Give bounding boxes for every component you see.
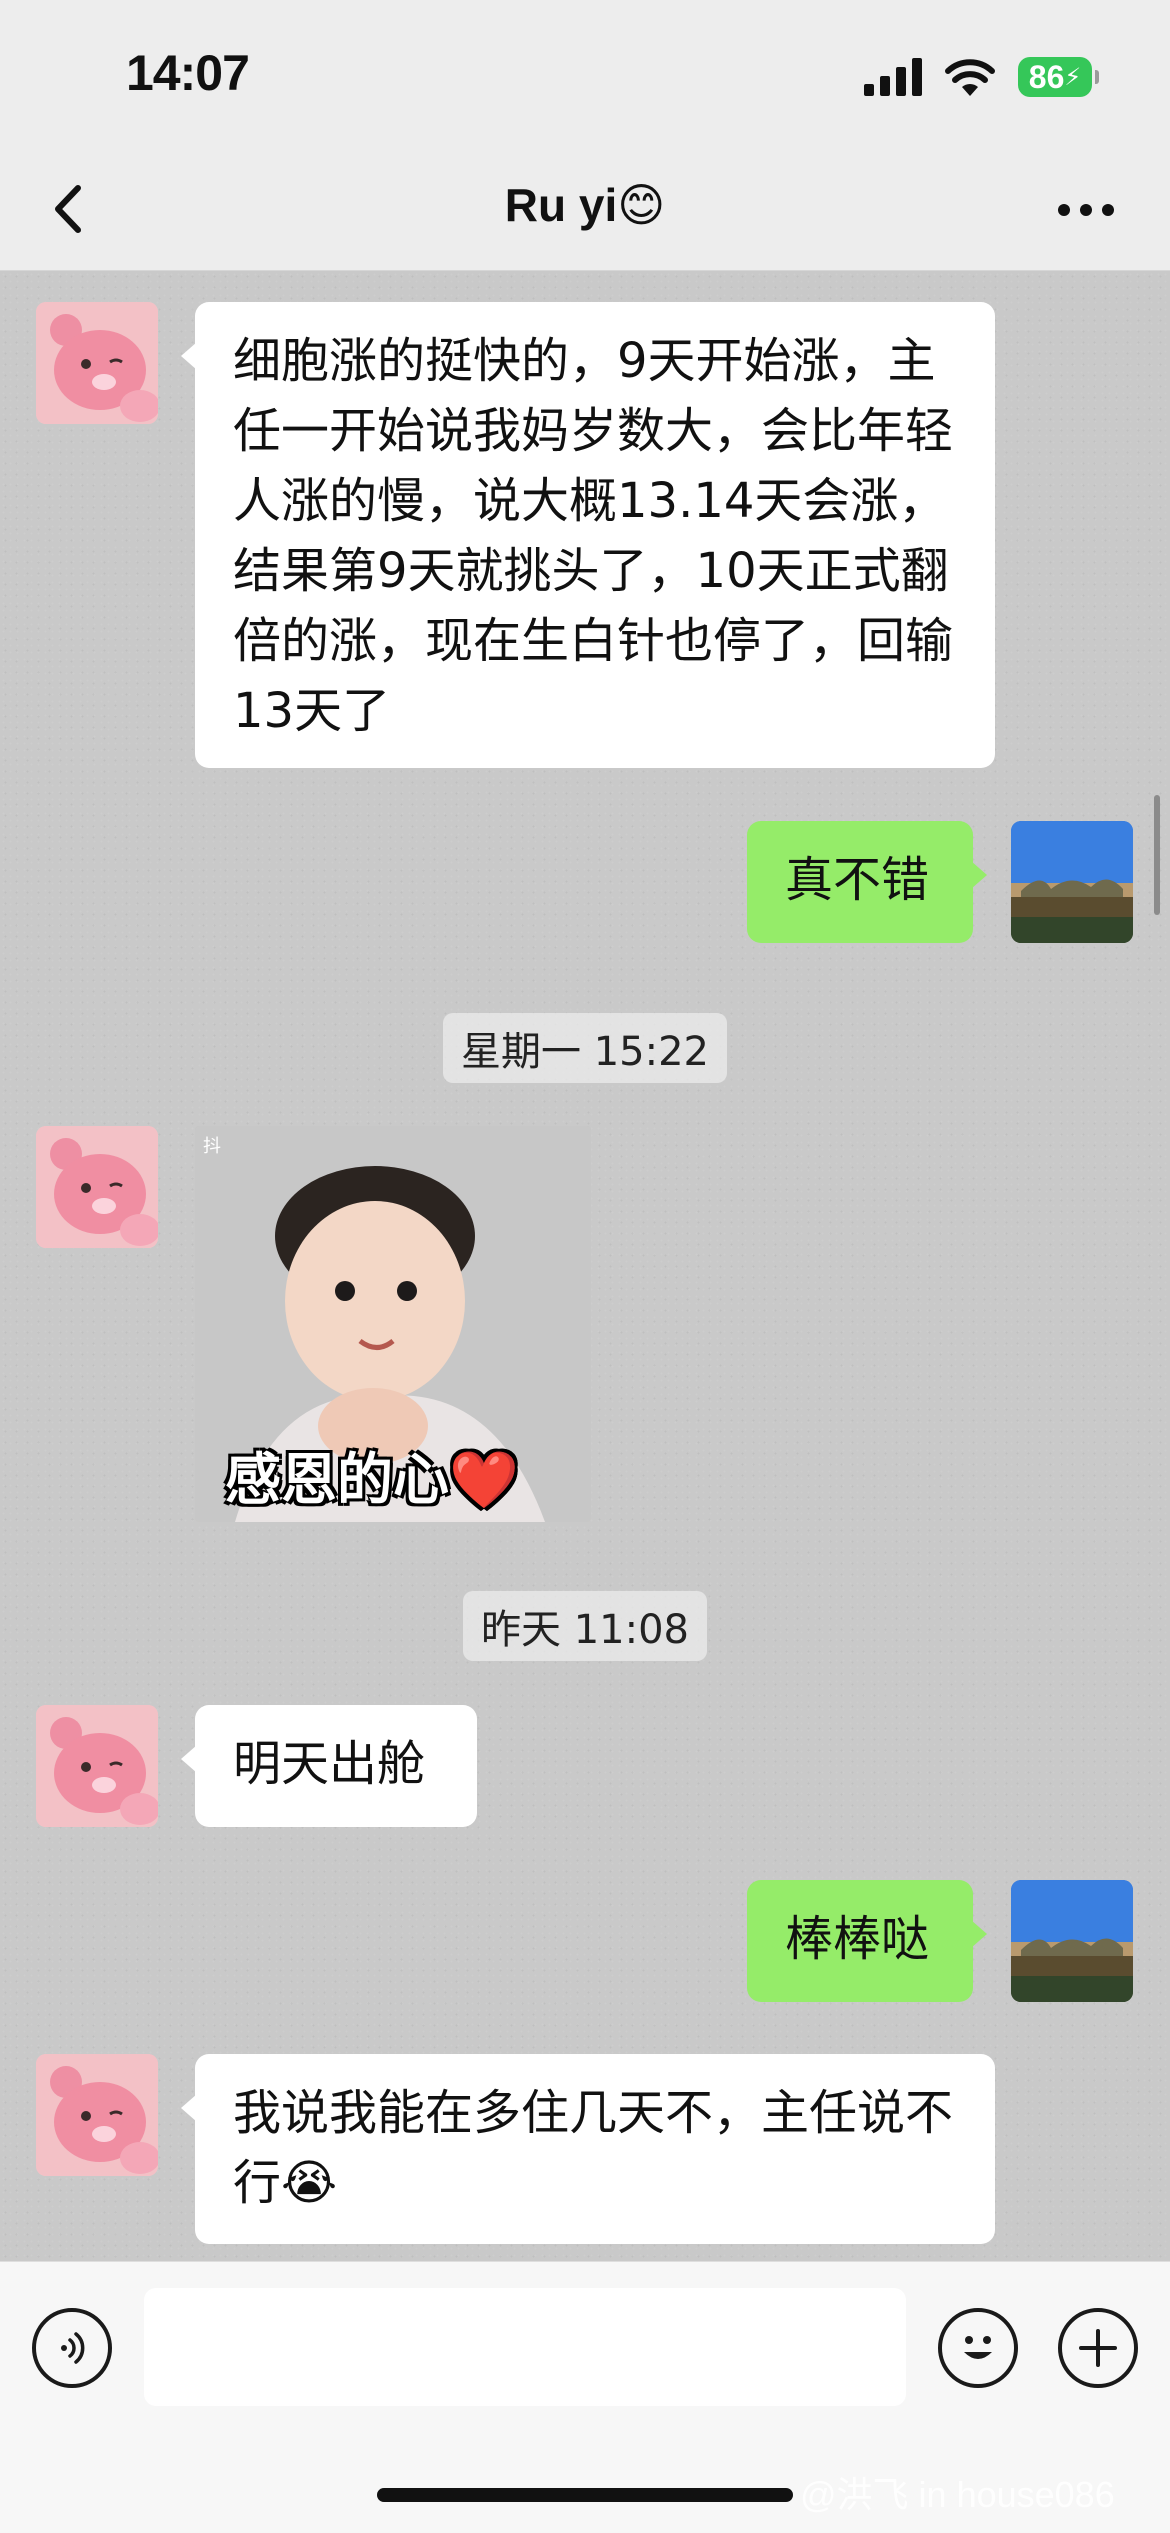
- chat-header: Ru yi😊: [0, 150, 1170, 271]
- landscape-avatar-icon: [1011, 1880, 1133, 2002]
- my-avatar[interactable]: [1011, 1880, 1133, 2002]
- message-text: 细胞涨的挺快的，9天开始涨，主任一开始说我妈岁数大，会比年轻人涨的慢，说大概13…: [233, 333, 954, 739]
- voice-input-button[interactable]: [32, 2308, 112, 2388]
- sticker-caption: 感恩的心❤️: [225, 1448, 519, 1513]
- sticker-message[interactable]: 抖 感恩的心❤️: [195, 1126, 591, 1522]
- chat-title[interactable]: Ru yi😊: [0, 178, 1170, 232]
- cellular-signal-icon: [864, 58, 922, 96]
- home-indicator[interactable]: [377, 2488, 793, 2502]
- landscape-avatar-icon: [1011, 821, 1133, 943]
- pink-bear-avatar-icon: [36, 1126, 158, 1248]
- plus-icon: [1079, 2329, 1117, 2367]
- outgoing-message-bubble[interactable]: 棒棒哒: [747, 1880, 987, 2002]
- emoji-button[interactable]: [938, 2308, 1018, 2388]
- watermark-text: @洪飞 in house086: [800, 2474, 1115, 2515]
- pink-bear-avatar-icon: [36, 2054, 158, 2176]
- battery-indicator: 86 ⚡: [1018, 57, 1099, 97]
- scroll-indicator[interactable]: [1154, 795, 1160, 915]
- sticker-watermark: 抖: [203, 1136, 221, 1157]
- incoming-message-bubble[interactable]: 我说我能在多住几天不，主任说不行😭: [181, 2054, 995, 2244]
- more-actions-button[interactable]: [1058, 2308, 1138, 2388]
- more-options-icon[interactable]: [1046, 180, 1126, 240]
- battery-percent: 86: [1028, 58, 1065, 95]
- timestamp: 昨天 11:08: [463, 1591, 707, 1661]
- wifi-icon: [945, 59, 995, 96]
- charging-bolt-icon: ⚡: [1064, 63, 1082, 91]
- contact-avatar[interactable]: [36, 302, 158, 424]
- incoming-message-bubble[interactable]: 细胞涨的挺快的，9天开始涨，主任一开始说我妈岁数大，会比年轻人涨的慢，说大概13…: [181, 302, 995, 768]
- pink-bear-avatar-icon: [36, 302, 158, 424]
- voice-wave-icon: [61, 2332, 85, 2364]
- status-icons: 86 ⚡: [864, 52, 1099, 102]
- message-text: 真不错: [785, 852, 930, 908]
- message-list[interactable]: 细胞涨的挺快的，9天开始涨，主任一开始说我妈岁数大，会比年轻人涨的慢，说大概13…: [0, 271, 1170, 2261]
- timestamp: 星期一 15:22: [443, 1013, 727, 1083]
- smiley-icon: [964, 2336, 992, 2359]
- contact-avatar[interactable]: [36, 2054, 158, 2176]
- pink-bear-avatar-icon: [36, 1705, 158, 1827]
- status-bar: 14:07 86 ⚡: [0, 0, 1170, 150]
- message-text: 棒棒哒: [785, 1911, 930, 1967]
- contact-avatar[interactable]: [36, 1126, 158, 1248]
- outgoing-message-bubble[interactable]: 真不错: [747, 821, 987, 943]
- message-input[interactable]: [144, 2288, 906, 2406]
- contact-avatar[interactable]: [36, 1705, 158, 1827]
- message-text: 明天出舱: [233, 1736, 426, 1792]
- status-time: 14:07: [126, 45, 250, 101]
- incoming-message-bubble[interactable]: 明天出舱: [181, 1705, 477, 1827]
- my-avatar[interactable]: [1011, 821, 1133, 943]
- message-text: 我说我能在多住几天不，主任说不行😭: [233, 2085, 954, 2211]
